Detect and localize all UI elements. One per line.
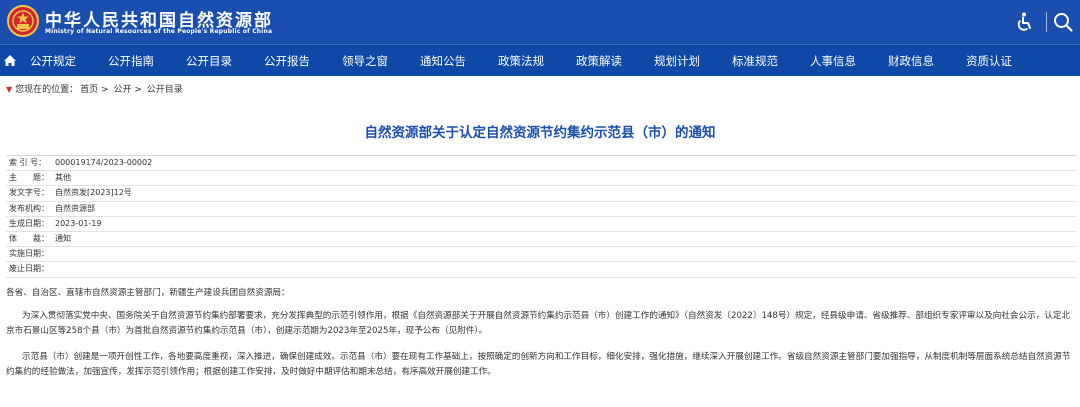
- meta-label: 体 裁：: [9, 233, 49, 243]
- main-nav: 公开规定 公开指南 公开目录 公开报告 领导之窗 通知公告 政策法规 政策解读 …: [0, 44, 1080, 76]
- nav-item-policy-interpretation[interactable]: 政策解读: [576, 53, 622, 69]
- meta-row-effective-date: 实施日期：: [6, 247, 1076, 263]
- meta-row-subject: 主 题： 其他: [6, 171, 1076, 187]
- header-divider: [1046, 12, 1047, 32]
- breadcrumb-public[interactable]: 公开: [113, 85, 131, 95]
- article-greeting: 各省、自治区、直辖市自然资源主管部门，新疆生产建设兵团自然资源局：: [6, 288, 290, 298]
- breadcrumb-prefix: 您现在的位置：: [15, 85, 79, 95]
- meta-label: 主 题：: [9, 173, 49, 183]
- meta-label: 索 引 号：: [9, 158, 47, 167]
- nav-item-disclosure-guide[interactable]: 公开指南: [108, 53, 154, 69]
- meta-label: 发布机构：: [9, 203, 49, 213]
- breadcrumb-separator: >: [101, 85, 109, 95]
- nav-item-standards[interactable]: 标准规范: [732, 53, 778, 69]
- meta-value: 其他: [55, 173, 71, 183]
- meta-row-doc-number: 发文字号： 自然资发[2023]12号: [6, 186, 1076, 202]
- meta-row-genre: 体 裁： 通知: [6, 232, 1076, 248]
- breadcrumb-catalog[interactable]: 公开目录: [147, 85, 183, 95]
- meta-label: 生成日期：: [9, 218, 49, 228]
- nav-item-disclosure-report[interactable]: 公开报告: [264, 53, 310, 69]
- meta-row-date: 生成日期： 2023-01-19: [6, 217, 1076, 232]
- meta-label: 废止日期：: [9, 264, 49, 274]
- meta-row-publisher: 发布机构： 自然资源部: [6, 202, 1076, 217]
- nav-item-finance[interactable]: 财政信息: [888, 53, 934, 69]
- nav-item-notices[interactable]: 通知公告: [420, 53, 466, 69]
- accessibility-icon[interactable]: [1013, 11, 1035, 33]
- article-paragraph: 为深入贯彻落实党中央、国务院关于自然资源节约集约部署要求，充分发挥典型的示范引领…: [6, 311, 1071, 336]
- meta-value: 自然资源部: [55, 203, 95, 213]
- meta-value: 自然资发[2023]12号: [55, 188, 132, 198]
- nav-item-policies[interactable]: 政策法规: [498, 53, 544, 69]
- nav-item-disclosure-rules[interactable]: 公开规定: [30, 53, 76, 69]
- site-name-en: Ministry of Natural Resources of the Peo…: [45, 28, 273, 35]
- meta-value: 通知: [55, 233, 71, 243]
- meta-row-expiry-date: 废止日期：: [6, 262, 1076, 278]
- emblem-icon: [7, 5, 39, 37]
- nav-item-leadership[interactable]: 领导之窗: [342, 53, 388, 69]
- breadcrumb-home[interactable]: 首页: [80, 85, 98, 95]
- breadcrumb-separator: >: [134, 85, 142, 95]
- search-icon[interactable]: [1052, 11, 1074, 33]
- meta-label: 实施日期：: [9, 249, 49, 259]
- article-title: 自然资源部关于认定自然资源节约集约示范县（市）的通知: [364, 125, 716, 141]
- nav-item-personnel[interactable]: 人事信息: [810, 53, 856, 69]
- meta-row-index: 索 引 号： 000019174/2023-00002: [6, 156, 1076, 172]
- meta-label: 发文字号：: [9, 188, 49, 198]
- breadcrumb: ▼ 您现在的位置： 首页 > 公开 > 公开目录: [6, 82, 183, 95]
- nav-item-qualification[interactable]: 资质认证: [966, 53, 1012, 69]
- meta-value: 2023-01-19: [55, 218, 102, 228]
- nav-item-planning[interactable]: 规划计划: [654, 53, 700, 69]
- site-header: 中华人民共和国自然资源部 Ministry of Natural Resourc…: [0, 0, 1080, 44]
- nav-item-disclosure-catalog[interactable]: 公开目录: [186, 53, 232, 69]
- location-pin-icon: ▼: [6, 85, 13, 94]
- home-icon[interactable]: [2, 45, 18, 77]
- metadata-table: 索 引 号： 000019174/2023-00002 主 题： 其他 发文字号： 自…: [6, 155, 1076, 278]
- meta-value: 000019174/2023-00002: [55, 158, 153, 167]
- article-paragraph: 示范县（市）创建是一项开创性工作，各地要高度重视，深入推进，确保创建成效。示范县…: [6, 352, 1071, 377]
